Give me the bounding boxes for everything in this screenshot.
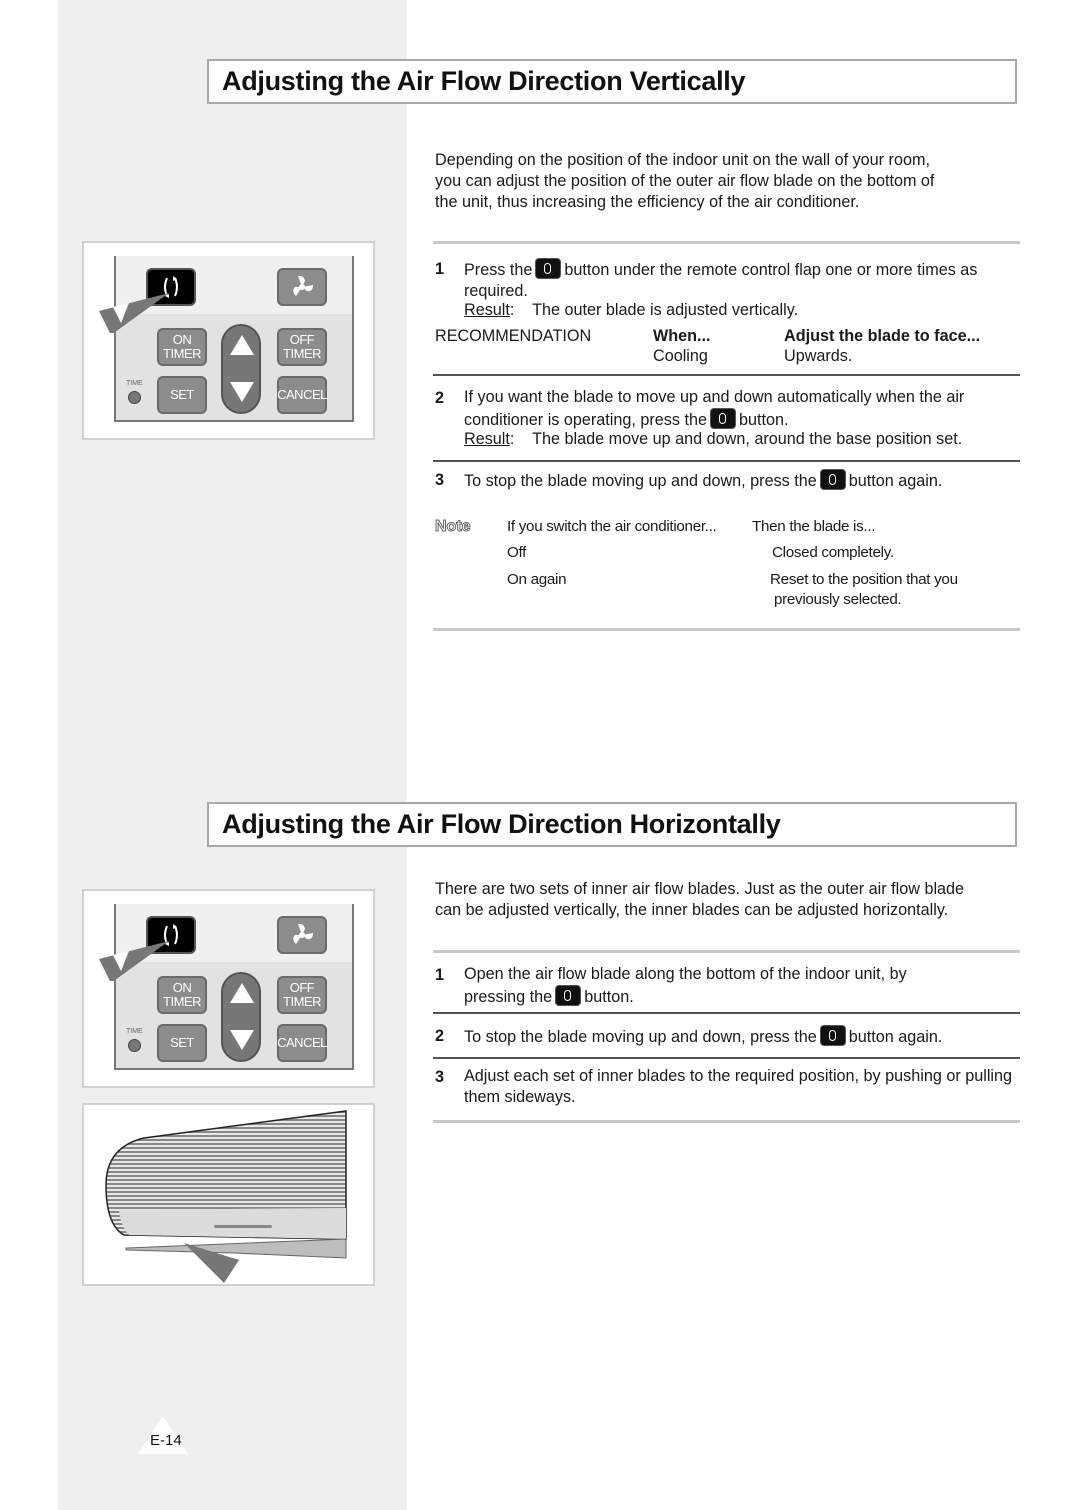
heading: Adjusting the Air Flow Direction Horizon… (222, 809, 781, 839)
step-2-line2: conditioner is operating, press the butto… (464, 408, 788, 431)
down-arrow-icon (230, 382, 254, 402)
note-label: Note (435, 518, 472, 536)
pointer-arrow-icon (99, 293, 169, 333)
step-number: 1 (435, 260, 445, 278)
on-timer-button: ON TIMER (157, 976, 207, 1014)
step-1-line1: Open the air flow blade along the bottom… (464, 965, 907, 983)
page-number-badge: E-14 (138, 1416, 188, 1454)
up-down-buttons (221, 324, 261, 414)
set-button: SET (157, 376, 207, 414)
up-down-buttons (221, 972, 261, 1062)
divider (433, 460, 1020, 462)
step-number: 2 (435, 1027, 445, 1045)
remote-control-illustration: ON TIMER OFF TIMER SET CANCEL TIME (82, 241, 375, 440)
recommendation-label: RECOMMENDATION (435, 327, 592, 345)
swing-button-icon (819, 469, 846, 490)
step-number: 3 (435, 471, 445, 489)
divider (433, 1120, 1020, 1123)
note-row-then: Reset to the position that you (770, 571, 958, 588)
divider (433, 241, 1020, 244)
step-2-line1: If you want the blade to move up and dow… (464, 388, 965, 406)
result-line: Result: The blade move up and down, arou… (464, 430, 963, 448)
heading: Adjusting the Air Flow Direction Vertica… (222, 66, 746, 96)
section-title-vertical: Adjusting the Air Flow Direction Vertica… (207, 59, 1017, 104)
section-title-horizontal: Adjusting the Air Flow Direction Horizon… (207, 802, 1017, 847)
note-col1-header: If you switch the air conditioner... (507, 518, 717, 535)
remote-control-illustration: ON TIMER OFF TIMER SET CANCEL TIME (82, 889, 375, 1088)
time-indicator (128, 391, 141, 404)
intro-paragraph: Depending on the position of the indoor … (435, 151, 935, 211)
swing-button-icon (555, 985, 582, 1006)
divider (433, 950, 1020, 953)
cancel-button: CANCEL (277, 376, 327, 414)
fan-button (277, 916, 327, 954)
off-timer-button: OFF TIMER (277, 976, 327, 1014)
step-number: 3 (435, 1068, 445, 1086)
indoor-unit-illustration (82, 1103, 375, 1286)
off-timer-button: OFF TIMER (277, 328, 327, 366)
divider (433, 628, 1020, 631)
step-number: 2 (435, 389, 445, 407)
step-3-text: Adjust each set of inner blades to the r… (464, 1067, 1013, 1106)
time-label: TIME (126, 1028, 143, 1035)
result-line: Result: The outer blade is adjusted vert… (464, 301, 799, 319)
step-3-text: To stop the blade moving up and down, pr… (464, 469, 942, 492)
pointer-arrow-icon (99, 941, 169, 981)
step-number: 1 (435, 966, 445, 984)
fan-button (277, 268, 327, 306)
up-arrow-icon (230, 335, 254, 355)
divider (433, 1057, 1020, 1059)
step-1-text: Press the button under the remote control… (464, 258, 1014, 302)
divider (433, 374, 1020, 376)
time-label: TIME (126, 380, 143, 387)
fan-icon (293, 923, 313, 944)
recommendation-col1-value: Cooling (653, 347, 708, 365)
note-row-then-cont: previously selected. (774, 591, 902, 608)
note-row-then: Closed completely. (772, 544, 894, 561)
note-row-when: On again (507, 571, 567, 588)
air-conditioner-unit-icon (105, 1110, 347, 1283)
recommendation-col2-header: Adjust the blade to face... (784, 327, 981, 345)
on-timer-button: ON TIMER (157, 328, 207, 366)
recommendation-col2-value: Upwards. (784, 347, 853, 365)
page-number: E-14 (150, 1432, 182, 1449)
intro-paragraph: There are two sets of inner air flow bla… (435, 880, 965, 919)
cancel-button: CANCEL (277, 1024, 327, 1062)
time-indicator (128, 1039, 141, 1052)
note-col2-header: Then the blade is... (752, 518, 876, 535)
swing-button-icon (535, 258, 562, 279)
swing-button-icon (709, 408, 736, 429)
up-arrow-icon (230, 983, 254, 1003)
down-arrow-icon (230, 1030, 254, 1050)
swing-button-icon (819, 1025, 846, 1046)
fan-icon (293, 275, 313, 296)
step-1-line2: pressing the button. (464, 985, 634, 1008)
note-row-when: Off (507, 544, 527, 561)
step-2-text: To stop the blade moving up and down, pr… (464, 1025, 942, 1048)
set-button: SET (157, 1024, 207, 1062)
divider (433, 1012, 1020, 1014)
recommendation-col1-header: When... (653, 327, 711, 345)
